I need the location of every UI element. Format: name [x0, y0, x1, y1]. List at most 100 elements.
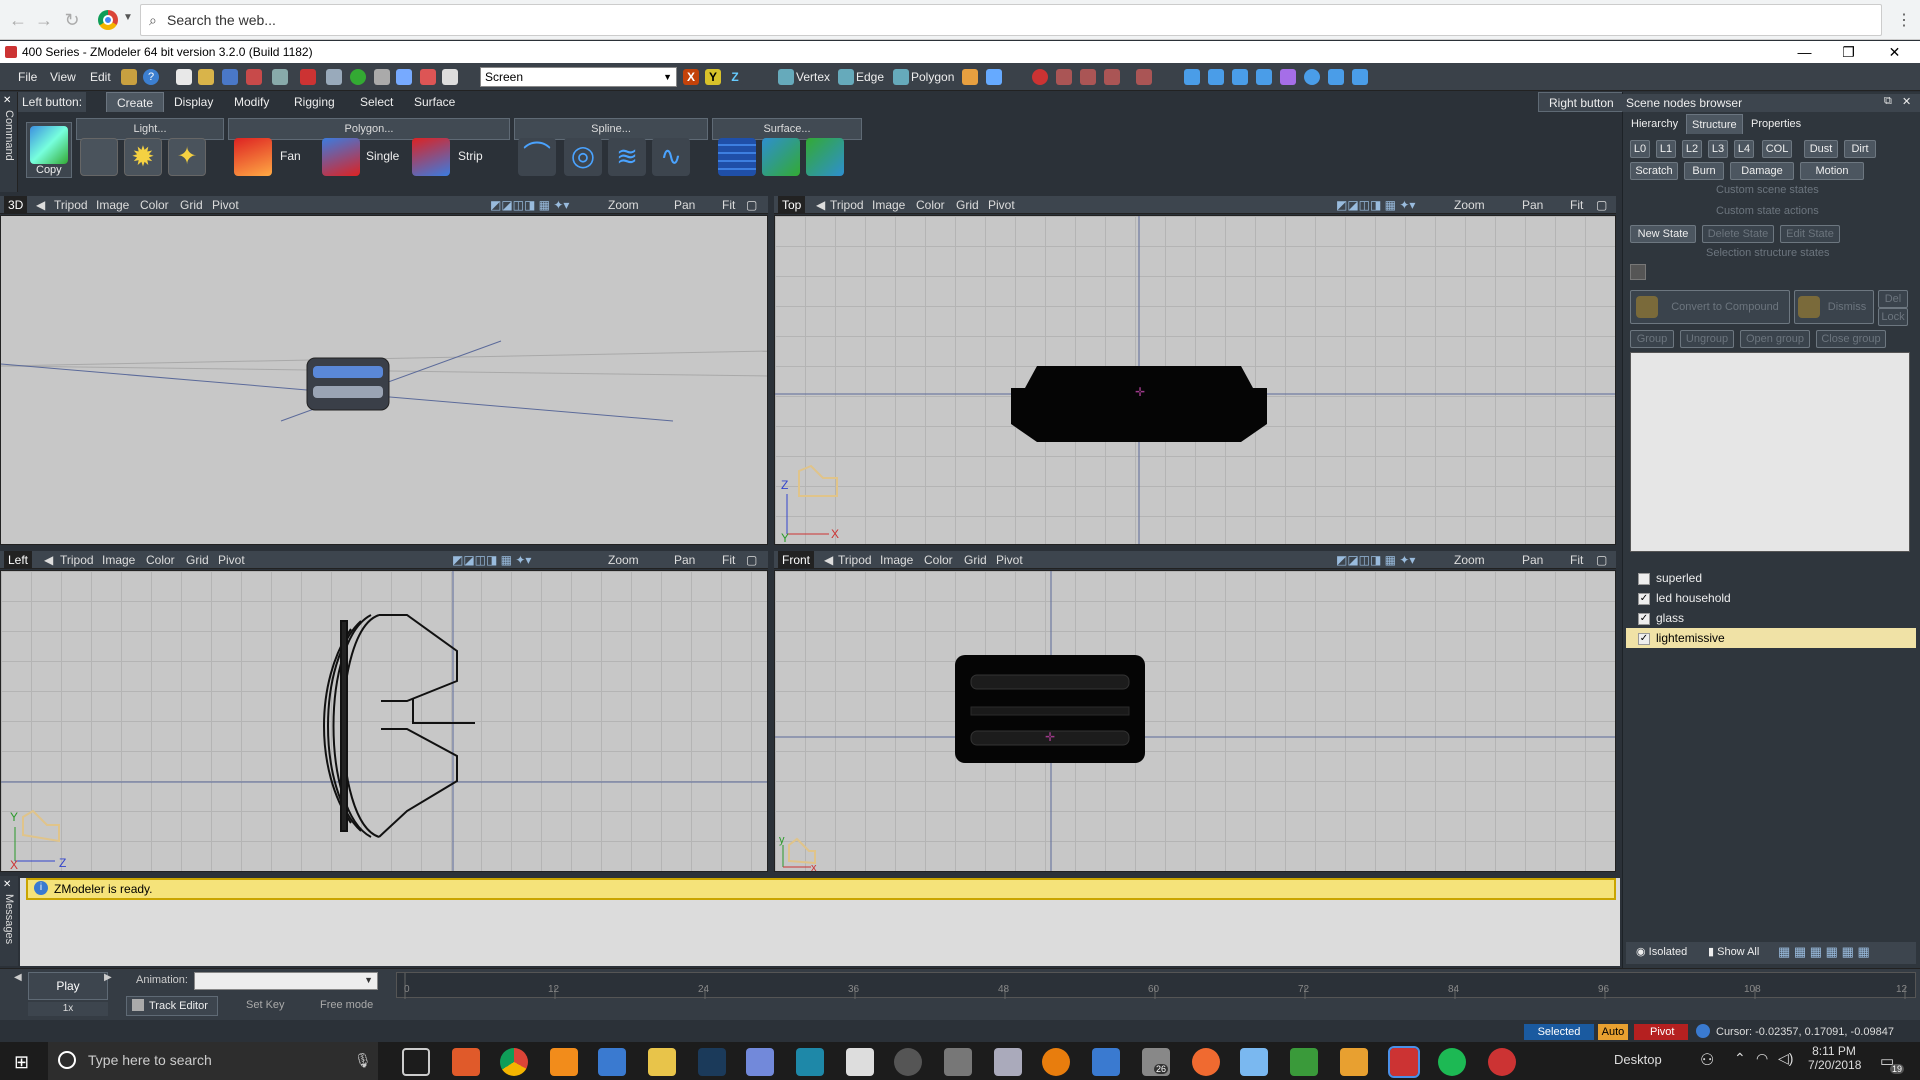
minimize-button[interactable]: — — [1782, 41, 1827, 63]
open-group-button[interactable]: Open group — [1740, 330, 1810, 348]
grid-surface-icon[interactable] — [718, 138, 756, 176]
app-icon[interactable] — [894, 1048, 922, 1076]
sphere-icon[interactable] — [1304, 69, 1320, 85]
file-explorer-icon[interactable] — [648, 1048, 676, 1076]
close-icon[interactable]: ✕ — [1902, 95, 1916, 109]
help-icon[interactable]: ? — [143, 69, 159, 85]
render-modes-icon[interactable]: ◩◪◫◨ ▦ ✦▾ — [452, 551, 531, 569]
viewport-name[interactable]: Top — [778, 196, 806, 214]
viewport-menu-tripod[interactable]: Tripod — [838, 551, 872, 569]
viewport-menu-arrow-icon[interactable]: ◀ — [824, 551, 833, 569]
tab-structure[interactable]: Structure — [1686, 114, 1743, 134]
burn-button[interactable]: Burn — [1684, 162, 1724, 180]
close-button[interactable]: ✕ — [1872, 41, 1917, 63]
microphone-icon[interactable]: 🎙 — [354, 1052, 372, 1069]
arc-spline-icon[interactable]: ⌒ — [518, 138, 556, 176]
motion-dropdown[interactable]: Motion — [1800, 162, 1864, 180]
node-item-selected[interactable]: ✓ lightemissive — [1626, 628, 1916, 648]
viewport-menu-image[interactable]: Image — [880, 551, 913, 569]
shrink-icon[interactable] — [1328, 69, 1344, 85]
discord-icon[interactable] — [746, 1048, 774, 1076]
node-checkbox[interactable]: ✓ — [1638, 592, 1650, 605]
twist-icon[interactable] — [1280, 69, 1296, 85]
group-button[interactable]: Group — [1630, 330, 1674, 348]
viewport-top[interactable]: ✛ Z X Y — [774, 215, 1616, 545]
zoom-button[interactable]: Zoom — [1454, 196, 1485, 214]
maximize-button[interactable]: ❐ — [1826, 41, 1871, 63]
strip-icon[interactable] — [412, 138, 450, 176]
node-filter-icons[interactable]: ▦ ▦ ▦ ▦ ▦ ▦ — [1778, 944, 1870, 960]
blender-icon[interactable] — [1042, 1048, 1070, 1076]
viewport-menu-image[interactable]: Image — [102, 551, 135, 569]
back-icon[interactable]: ← — [6, 8, 30, 32]
zoom-button[interactable]: Zoom — [608, 551, 639, 569]
viewport-menu-color[interactable]: Color — [916, 196, 945, 214]
scale-icon[interactable] — [1232, 69, 1248, 85]
volume-icon[interactable]: ◁) — [1778, 1050, 1793, 1067]
align-icon[interactable] — [1136, 69, 1152, 85]
pan-button[interactable]: Pan — [1522, 196, 1543, 214]
lod-l0-button[interactable]: L0 — [1630, 140, 1650, 158]
vertex-mode-button[interactable]: Vertex — [796, 66, 830, 88]
ungroup-button[interactable]: Ungroup — [1680, 330, 1734, 348]
more-icon[interactable]: ⋮ — [1896, 10, 1912, 30]
surface-group-header[interactable]: Surface... — [712, 118, 862, 140]
dirt-button[interactable]: Dirt — [1844, 140, 1876, 158]
selection-mode-select[interactable]: Screen ▼ — [480, 67, 677, 87]
viewport-menu-grid[interactable]: Grid — [186, 551, 209, 569]
task-view-icon[interactable] — [402, 1048, 430, 1076]
move-icon[interactable] — [1184, 69, 1200, 85]
chevron-down-icon[interactable]: ▼ — [123, 12, 133, 23]
object-mode-icon[interactable] — [962, 69, 978, 85]
tab-create[interactable]: Create — [106, 92, 165, 112]
lod-l3-button[interactable]: L3 — [1708, 140, 1728, 158]
zoom-button[interactable]: Zoom — [1454, 551, 1485, 569]
close-group-button[interactable]: Close group — [1816, 330, 1886, 348]
redo-icon[interactable] — [420, 69, 436, 85]
menu-edit[interactable]: Edit — [84, 63, 117, 91]
windows-start-icon[interactable]: ⊞ — [14, 1052, 34, 1072]
viewport-menu-color[interactable]: Color — [924, 551, 953, 569]
circle-spline-icon[interactable]: ◎ — [564, 138, 602, 176]
auto-indicator[interactable]: Auto — [1598, 1024, 1628, 1040]
reload-icon[interactable]: ↻ — [60, 8, 84, 32]
node-checkbox[interactable]: ✓ — [1638, 612, 1650, 625]
play-button[interactable]: Play — [28, 972, 108, 1000]
viewport-menu-pivot[interactable]: Pivot — [218, 551, 245, 569]
fit-button[interactable]: Fit — [722, 551, 735, 569]
app-icon[interactable] — [1240, 1048, 1268, 1076]
speed-select[interactable]: 1x — [28, 1002, 108, 1016]
render-modes-icon[interactable]: ◩◪◫◨ ▦ ✦▾ — [1336, 196, 1415, 214]
tab-select[interactable]: Select — [350, 92, 403, 112]
app-icon[interactable] — [994, 1048, 1022, 1076]
strip-button[interactable]: Strip — [458, 146, 483, 166]
state-toggle-icon[interactable] — [1630, 264, 1646, 280]
script-icon[interactable] — [121, 69, 137, 85]
tray-chevron-icon[interactable]: ⌃ — [1734, 1050, 1746, 1067]
snap-icon[interactable] — [986, 69, 1002, 85]
isolated-toggle[interactable]: ◉ Isolated — [1636, 945, 1687, 958]
del-button[interactable]: Del — [1878, 290, 1908, 308]
copy-button[interactable]: Copy — [36, 164, 62, 176]
rotate-icon[interactable] — [1208, 69, 1224, 85]
taskbar-search[interactable]: Type here to search 🎙 — [48, 1042, 378, 1080]
extrude-surface-icon[interactable] — [806, 138, 844, 176]
zmodeler-active-icon[interactable] — [1388, 1046, 1420, 1078]
undo-icon[interactable] — [396, 69, 412, 85]
render-modes-icon[interactable]: ◩◪◫◨ ▦ ✦▾ — [490, 196, 569, 214]
steam-icon[interactable] — [698, 1048, 726, 1076]
tab-display[interactable]: Display — [164, 92, 223, 112]
single-button[interactable]: Single — [366, 146, 399, 166]
settings-icon[interactable] — [944, 1048, 972, 1076]
import-icon[interactable] — [246, 69, 262, 85]
viewport-menu-pivot[interactable]: Pivot — [988, 196, 1015, 214]
dust-button[interactable]: Dust — [1804, 140, 1838, 158]
zmodeler-z-icon[interactable] — [1340, 1048, 1368, 1076]
viewport-3d[interactable] — [0, 215, 768, 545]
polygon-group-header[interactable]: Polygon... — [228, 118, 510, 140]
freehand-spline-icon[interactable]: ∿ — [652, 138, 690, 176]
tab-surface[interactable]: Surface — [404, 92, 465, 112]
node-checkbox[interactable] — [1638, 572, 1650, 585]
maximize-viewport-icon[interactable]: ▢ — [1596, 551, 1607, 569]
notepad-icon[interactable] — [846, 1048, 874, 1076]
